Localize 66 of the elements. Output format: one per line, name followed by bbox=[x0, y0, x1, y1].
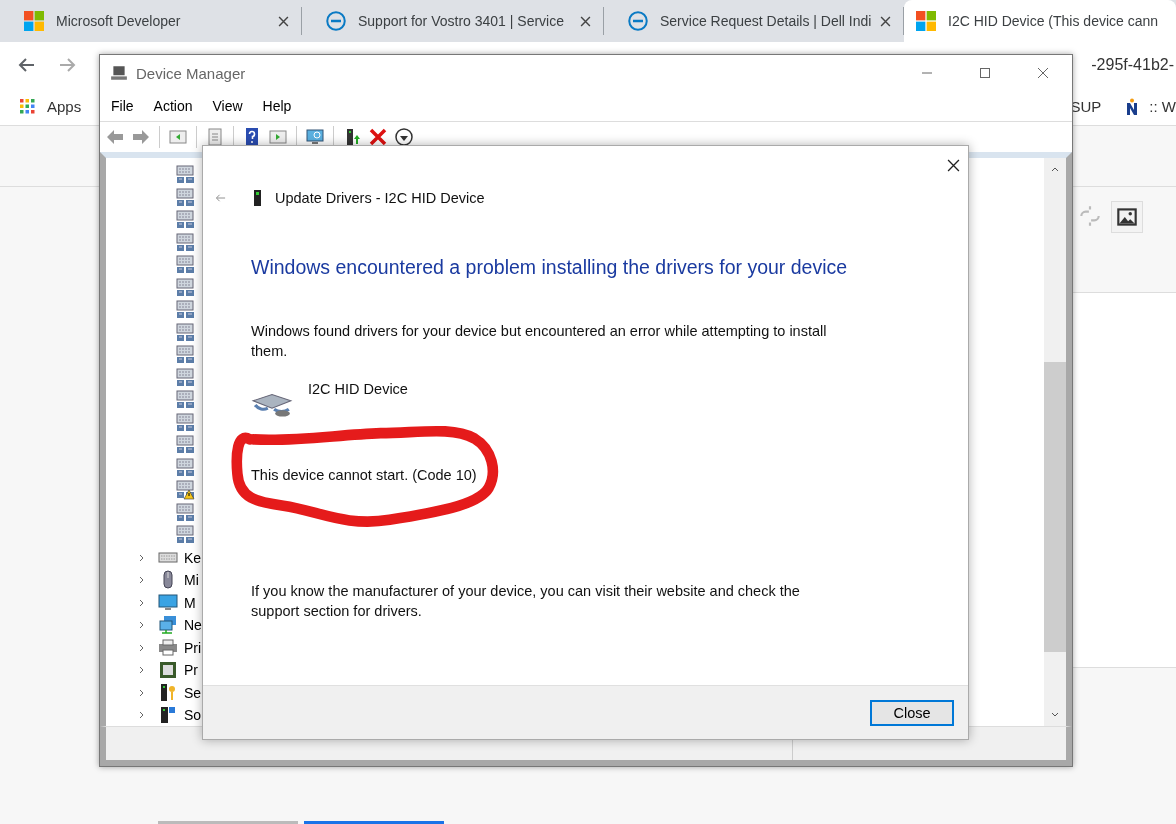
close-icon[interactable] bbox=[947, 159, 960, 172]
menu-item[interactable]: File bbox=[111, 98, 134, 114]
hint-text: If you know the manufacturer of your device, you can visit their website and check the support section for drivers. bbox=[251, 582, 801, 621]
tree-item[interactable]: Mi bbox=[184, 572, 199, 589]
tab-title: Microsoft Developer bbox=[56, 13, 182, 29]
panel-icon[interactable] bbox=[167, 127, 189, 147]
menu-item[interactable]: Action bbox=[153, 98, 193, 114]
squares-logo-icon bbox=[24, 11, 44, 31]
delete-icon[interactable] bbox=[367, 127, 389, 147]
apps-link[interactable]: Apps bbox=[20, 98, 82, 115]
close-icon[interactable] bbox=[278, 15, 289, 27]
monitor-scan-icon[interactable] bbox=[304, 127, 326, 147]
circle-logo-icon bbox=[326, 11, 346, 31]
tab-title: Support for Vostro 3401 | Service bbox=[358, 13, 565, 29]
monitor-icon bbox=[158, 592, 178, 613]
tree-item[interactable]: M bbox=[184, 594, 196, 611]
scroll-thumb[interactable] bbox=[1044, 362, 1066, 652]
window-title: Device Manager bbox=[136, 64, 246, 82]
hid-device-icon bbox=[251, 391, 293, 419]
image-icon[interactable] bbox=[1111, 201, 1143, 233]
expand-icon[interactable] bbox=[138, 553, 146, 562]
error-text: This device cannot start. (Code 10) bbox=[251, 467, 477, 483]
expand-icon[interactable] bbox=[138, 621, 146, 630]
tree-item[interactable]: So bbox=[184, 707, 202, 724]
browser-tab[interactable]: Support for Vostro 3401 | Service bbox=[302, 7, 604, 35]
expand-icon[interactable] bbox=[138, 711, 146, 720]
software-device-icon bbox=[158, 705, 178, 726]
expand-icon[interactable] bbox=[138, 688, 146, 697]
expand-icon[interactable] bbox=[138, 576, 146, 585]
message-text: Windows found drivers for your device but encountered an error while attempting to install them. bbox=[251, 322, 828, 361]
tab-title: Service Request Details | Dell Indi bbox=[660, 13, 872, 29]
network-icon bbox=[158, 615, 178, 636]
expand-icon[interactable] bbox=[138, 666, 146, 675]
device-icon bbox=[251, 189, 263, 207]
tree-item[interactable]: Pr bbox=[184, 662, 198, 679]
address-text[interactable]: -295f-41b2- bbox=[1091, 56, 1174, 74]
expand-icon[interactable] bbox=[138, 598, 146, 607]
download-icon[interactable] bbox=[393, 127, 415, 147]
dialog-title: Update Drivers - I2C HID Device bbox=[275, 190, 485, 206]
n-logo-icon bbox=[1125, 97, 1140, 116]
dialog-heading: Windows encountered a problem installing the drivers for your device bbox=[251, 256, 849, 279]
tree-item[interactable]: Pri bbox=[184, 639, 202, 656]
key-device-icon bbox=[158, 682, 178, 703]
squares-logo-icon bbox=[916, 11, 936, 31]
browser-tab[interactable]: Microsoft Developer bbox=[0, 7, 302, 35]
computer-icon bbox=[110, 64, 128, 82]
menu-item[interactable]: View bbox=[212, 98, 243, 114]
circle-logo-icon bbox=[628, 11, 648, 31]
scrollbar[interactable] bbox=[1044, 158, 1066, 726]
menu-item[interactable]: Help bbox=[262, 98, 292, 114]
tree-item[interactable]: Ne bbox=[184, 617, 202, 634]
close-icon[interactable] bbox=[580, 15, 591, 27]
chip-icon bbox=[158, 660, 178, 681]
browser-tab[interactable]: I2C HID Device (This device cann bbox=[904, 0, 1176, 42]
tab-title: I2C HID Device (This device cann bbox=[948, 13, 1160, 29]
forward-arrow-icon[interactable] bbox=[130, 127, 152, 147]
tree-item[interactable]: Se bbox=[184, 684, 202, 701]
close-button[interactable]: Close bbox=[870, 699, 954, 726]
bookmark-link[interactable]: :: W bbox=[1149, 98, 1176, 115]
expand-icon[interactable] bbox=[138, 643, 146, 652]
apps-grid-icon bbox=[20, 99, 35, 114]
tree-item[interactable]: Ke bbox=[184, 549, 202, 566]
printer-icon bbox=[158, 637, 178, 658]
device-name: I2C HID Device bbox=[308, 381, 408, 397]
maximize-icon[interactable] bbox=[979, 67, 991, 79]
close-icon[interactable] bbox=[880, 15, 891, 27]
